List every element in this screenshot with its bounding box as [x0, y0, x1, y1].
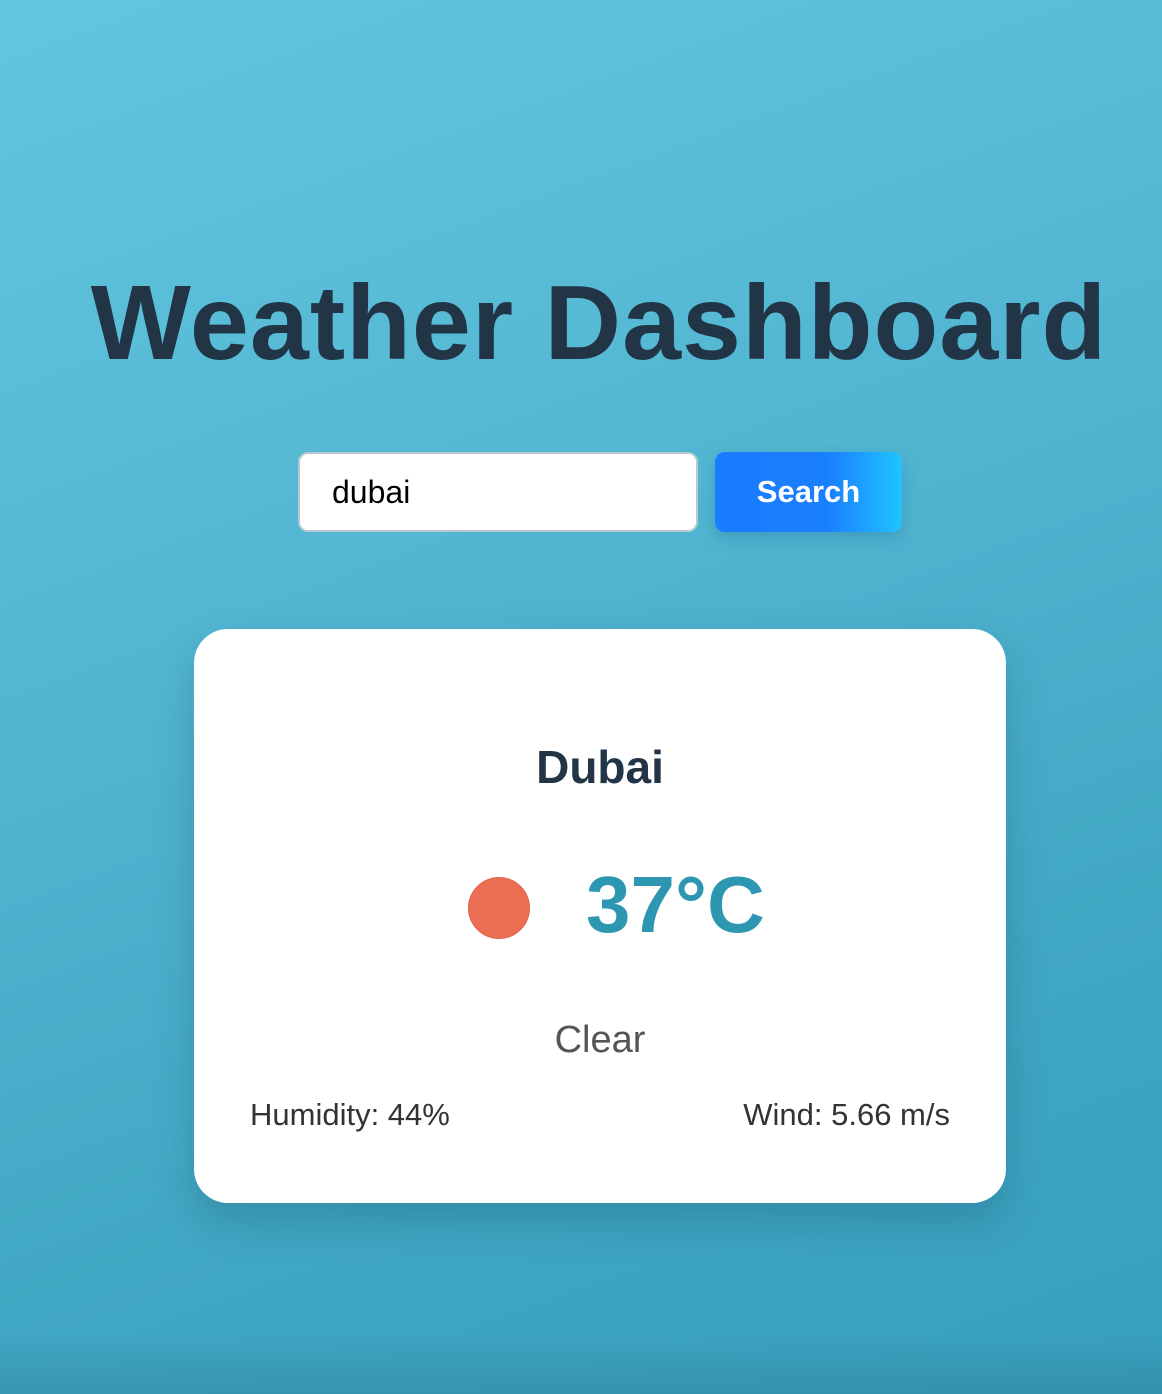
humidity-readout: Humidity: 44% — [250, 1097, 450, 1132]
wind-readout: Wind: 5.66 m/s — [743, 1097, 950, 1132]
sun-icon — [468, 877, 530, 939]
temperature: 37°C — [586, 860, 765, 949]
page-title: Weather Dashboard — [90, 264, 1108, 382]
search-button[interactable]: Search — [715, 452, 902, 532]
bottom-shade — [0, 1334, 1162, 1394]
weather-condition: Clear — [554, 1019, 646, 1061]
weather-card: Dubai 37°C Clear Humidity: 44% Wind: 5.6… — [194, 629, 1006, 1203]
city-name: Dubai — [536, 741, 664, 793]
search-input[interactable] — [298, 452, 698, 532]
